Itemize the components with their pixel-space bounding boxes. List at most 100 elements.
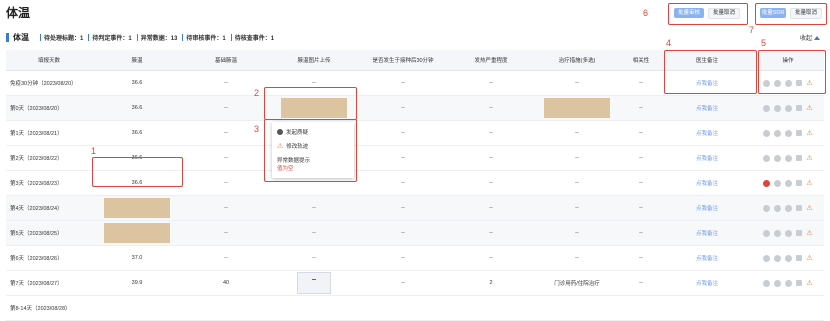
info-icon[interactable] <box>774 104 782 112</box>
list-icon[interactable] <box>796 230 803 236</box>
info-icon[interactable] <box>774 154 782 162</box>
list-icon[interactable] <box>796 205 803 211</box>
annotation-box-1 <box>92 157 183 187</box>
list-icon[interactable] <box>796 130 803 136</box>
row-ops: ⚠ <box>753 279 823 287</box>
info-icon[interactable] <box>774 279 782 287</box>
note-link[interactable]: 点我备注 <box>696 131 718 137</box>
col-day: 填报天数 <box>6 50 92 71</box>
stat-abnormal: 异常数据：13 <box>140 35 178 42</box>
warning-icon[interactable]: ⚠ <box>806 255 812 262</box>
batch-sdr-button[interactable]: 批量SDR <box>760 8 786 18</box>
row-ops: ⚠ <box>753 179 823 187</box>
table-row: 第6天（2023/08/26） 37.0 -- -- -- -- -- -- 点… <box>6 245 824 271</box>
row-ops: ⚠ <box>753 129 823 137</box>
col-temp: 腋温 <box>92 50 182 71</box>
query-active-icon[interactable] <box>763 179 771 187</box>
col-after30: 是否发生于接种后30分钟 <box>358 50 448 71</box>
batch-approve-button[interactable]: 批量审核 <box>674 8 704 18</box>
track-icon[interactable] <box>785 254 793 262</box>
chevron-up-icon <box>814 35 820 40</box>
annotation-box-4 <box>664 50 757 94</box>
table-row: 第7天（2023/08/27） 39.9 40 -- 2 门诊用药/住院治疗 -… <box>6 270 824 296</box>
row-ops: ⚠ <box>753 254 823 262</box>
annotation-box-5 <box>758 50 826 94</box>
annotation-7: 7 <box>749 25 755 35</box>
query-icon[interactable] <box>763 104 771 112</box>
col-treatment: 治疗措施(多选) <box>534 50 620 71</box>
note-link[interactable]: 点我备注 <box>696 181 718 187</box>
warning-icon[interactable]: ⚠ <box>806 205 812 212</box>
track-icon[interactable] <box>785 179 793 187</box>
annotation-3: 3 <box>254 124 260 134</box>
note-link[interactable]: 点我备注 <box>696 106 718 112</box>
annotation-box-3 <box>264 119 357 182</box>
row-ops: ⚠ <box>753 154 823 162</box>
list-icon[interactable] <box>796 180 803 186</box>
info-icon[interactable] <box>774 229 782 237</box>
row-ops: ⚠ <box>753 204 823 212</box>
stat-pending-title: 待处理标题：1 <box>44 35 84 42</box>
temp-empty-cell[interactable] <box>104 198 170 218</box>
note-link[interactable]: 点我备注 <box>696 231 718 237</box>
note-link[interactable]: 点我备注 <box>696 156 718 162</box>
list-icon[interactable] <box>796 155 803 161</box>
batch-cancel-button[interactable]: 批量取消 <box>708 8 740 19</box>
col-severity: 发热严重程度 <box>448 50 534 71</box>
list-icon[interactable] <box>796 255 803 261</box>
page-title: 体温 <box>6 6 31 20</box>
note-link[interactable]: 点我备注 <box>696 206 718 212</box>
treatment-cell <box>544 98 610 118</box>
track-icon[interactable] <box>785 129 793 137</box>
note-link[interactable]: 点我备注 <box>696 256 718 262</box>
col-base-temp: 基础腋温 <box>182 50 270 71</box>
table-row: 第1天（2023/08/21） 36.6 -- -- -- -- -- 点我备注… <box>6 120 824 146</box>
list-icon[interactable] <box>796 105 803 111</box>
warning-icon[interactable]: ⚠ <box>806 155 812 162</box>
stat-pending-review: 待审核事件：1 <box>186 35 226 42</box>
track-icon[interactable] <box>785 154 793 162</box>
query-icon[interactable] <box>763 254 771 262</box>
collapse-toggle[interactable]: 收起 <box>800 33 820 42</box>
warning-icon[interactable]: ⚠ <box>806 180 812 187</box>
track-icon[interactable] <box>785 229 793 237</box>
info-icon[interactable] <box>774 179 782 187</box>
table-row: 第4天（2023/08/24） -- -- -- -- -- -- 点我备注 ⚠ <box>6 195 824 221</box>
query-icon[interactable] <box>763 204 771 212</box>
temp-empty-cell[interactable] <box>104 223 170 243</box>
track-icon[interactable] <box>785 104 793 112</box>
annotation-6: 6 <box>643 8 649 18</box>
note-link[interactable]: 点我备注 <box>696 281 718 287</box>
section-label: 体温 <box>13 32 29 42</box>
info-icon[interactable] <box>774 129 782 137</box>
table-row: 第5天（2023/08/25） -- -- -- -- -- -- 点我备注 ⚠ <box>6 220 824 246</box>
annotation-2: 2 <box>254 88 260 98</box>
batch-cancel-sdr-button[interactable]: 批量取消 <box>790 8 822 19</box>
info-icon[interactable] <box>774 254 782 262</box>
warning-icon[interactable]: ⚠ <box>806 280 812 287</box>
row-ops: ⚠ <box>753 104 823 112</box>
summary-bar: 体温 待处理标题：1 待判定事件：1 异常数据：13 待审核事件：1 待核查事件… <box>6 30 824 44</box>
annotation-4: 4 <box>666 38 672 48</box>
track-icon[interactable] <box>785 204 793 212</box>
col-relevance: 相关性 <box>620 50 662 71</box>
image-thumbnail[interactable] <box>297 272 331 294</box>
warning-icon[interactable]: ⚠ <box>806 105 812 112</box>
query-icon[interactable] <box>763 279 771 287</box>
list-icon[interactable] <box>796 280 803 286</box>
query-icon[interactable] <box>763 129 771 137</box>
section-marker <box>6 32 9 42</box>
warning-icon[interactable]: ⚠ <box>806 130 812 137</box>
query-icon[interactable] <box>763 154 771 162</box>
track-icon[interactable] <box>785 279 793 287</box>
warning-icon[interactable]: ⚠ <box>806 230 812 237</box>
row-ops: ⚠ <box>753 229 823 237</box>
annotation-1: 1 <box>91 146 97 156</box>
info-icon[interactable] <box>774 204 782 212</box>
col-img: 腋温图片上传 <box>270 50 358 71</box>
annotation-box-2 <box>264 87 357 120</box>
query-icon[interactable] <box>763 229 771 237</box>
table-row: 第0天（2023/08/20） 36.6 -- -- -- -- 点我备注 ⚠ <box>6 95 824 121</box>
table-row: 第8-14天（2023/08/28） <box>6 295 824 321</box>
stat-pending-event: 待判定事件：1 <box>92 35 132 42</box>
